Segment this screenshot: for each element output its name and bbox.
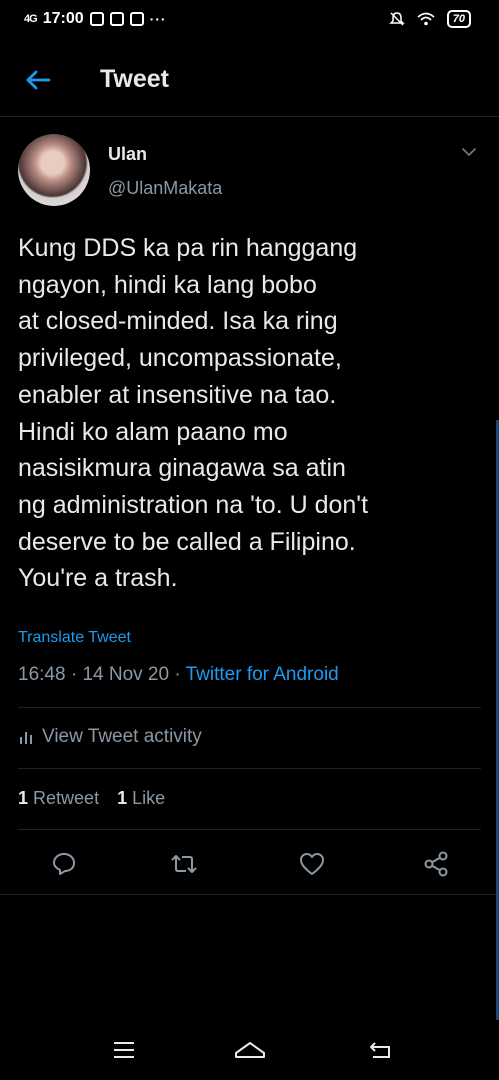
tweet-text: Kung DDS ka pa rin hanggang ngayon, hind…	[18, 234, 369, 593]
retweets-stat[interactable]: 1 Retweet	[18, 788, 99, 809]
tweet-options-button[interactable]	[457, 142, 481, 162]
like-label: Like	[132, 788, 166, 808]
status-time: 17:00	[42, 10, 84, 27]
page-title: Tweet	[100, 65, 169, 93]
header-divider	[0, 116, 499, 117]
divider	[18, 768, 481, 769]
status-bar: 4G 17:00 ··· 70	[0, 0, 499, 40]
status-right: 70	[388, 10, 471, 28]
avatar[interactable]	[18, 134, 90, 206]
retweet-icon	[171, 855, 197, 873]
retweet-count: 1	[18, 788, 29, 808]
view-tweet-activity-button[interactable]: View Tweet activity	[18, 726, 202, 748]
back-arrow-icon	[26, 70, 51, 90]
tweet-time: 16:48	[18, 664, 66, 685]
likes-stat[interactable]: 1 Like	[117, 788, 165, 809]
back-button[interactable]	[22, 64, 54, 96]
home-icon	[235, 1042, 265, 1058]
app-header: Tweet	[0, 52, 499, 108]
chevron-down-icon	[462, 148, 476, 156]
share-button[interactable]	[416, 844, 456, 884]
home-button[interactable]	[232, 1034, 268, 1066]
tweet-meta: 16:48 · 14 Nov 20 · Twitter for Android	[18, 664, 339, 685]
divider	[18, 829, 481, 830]
tweet-actions	[0, 844, 499, 884]
reply-icon	[53, 853, 75, 875]
view-tweet-activity-label: View Tweet activity	[42, 726, 202, 747]
tweet-source-link[interactable]: Twitter for Android	[186, 664, 339, 685]
author-display-name[interactable]: Ulan	[108, 144, 147, 165]
share-icon	[424, 851, 448, 877]
back-nav-icon	[370, 1042, 390, 1058]
retweet-button[interactable]	[164, 844, 204, 884]
reply-button[interactable]	[44, 844, 84, 884]
mute-icon	[388, 12, 405, 26]
recent-apps-button[interactable]	[106, 1034, 142, 1066]
bar-chart-icon	[20, 732, 32, 744]
retweet-label: Retweet	[33, 788, 100, 808]
more-notifications-icon: ···	[149, 11, 167, 27]
status-left: 4G 17:00 ···	[24, 10, 167, 28]
tweet-date: 14 Nov 20	[82, 664, 170, 685]
like-icon	[300, 853, 324, 875]
back-nav-button[interactable]	[362, 1034, 398, 1066]
like-count: 1	[117, 788, 128, 808]
like-button[interactable]	[292, 844, 332, 884]
tweet-stats: 1 Retweet 1 Like	[18, 788, 165, 809]
signal-icon: 4G	[24, 13, 38, 25]
translate-tweet-link[interactable]: Translate Tweet	[18, 629, 131, 647]
facebook-icon	[89, 12, 104, 26]
divider	[18, 707, 481, 708]
system-nav-bar	[0, 1020, 499, 1080]
menu-icon	[114, 1042, 134, 1058]
author-handle[interactable]: @UlanMakata	[108, 178, 222, 199]
divider	[0, 894, 499, 895]
battery-icon: 70	[446, 10, 471, 28]
instagram-icon	[109, 12, 124, 26]
wifi-icon	[417, 12, 435, 26]
messenger-icon	[129, 12, 144, 26]
